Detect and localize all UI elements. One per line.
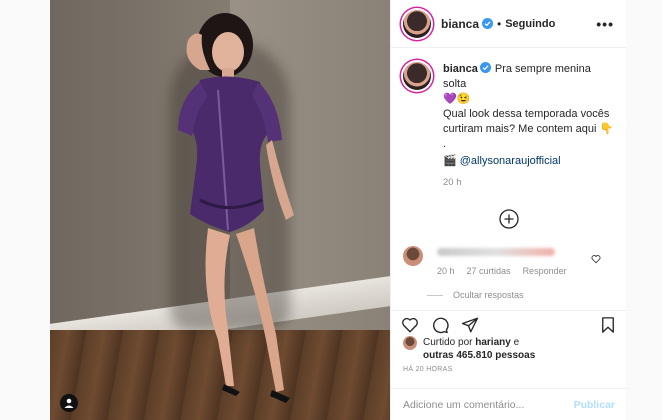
profile-icon: [64, 398, 74, 408]
caption-mention-link[interactable]: @allysonaraujofficial: [460, 155, 561, 167]
likes-prefix: Curtido por: [423, 337, 473, 348]
bookmark-icon[interactable]: [599, 316, 617, 334]
liker-username[interactable]: hariany: [475, 337, 511, 348]
post-side-panel: bianca • Seguindo ••• bianca Pra sempre m…: [390, 0, 627, 420]
likes-count-link[interactable]: outras 465.810 pessoas: [423, 350, 535, 361]
likes-summary: Curtido por hariany e outras 465.810 pes…: [403, 336, 535, 362]
post-actions: [391, 310, 627, 334]
author-avatar[interactable]: [403, 9, 431, 38]
post-caption: bianca Pra sempre menina solta 💜😉 Qual lo…: [403, 62, 615, 190]
comment-reply-button[interactable]: Responder: [523, 266, 567, 276]
liker-avatar[interactable]: [403, 336, 417, 350]
plus-circle-icon[interactable]: [498, 208, 520, 230]
heart-icon[interactable]: [591, 254, 601, 264]
author-username[interactable]: bianca: [441, 17, 479, 31]
commenter-avatar[interactable]: [403, 246, 423, 266]
verified-badge-icon: [482, 18, 494, 29]
header-separator-dot: •: [497, 16, 502, 31]
blurred-comment-text: [437, 248, 555, 256]
post-modal: bianca • Seguindo ••• bianca Pra sempre m…: [0, 0, 662, 420]
comment-time: 20 h: [437, 266, 455, 276]
following-status-button[interactable]: Seguindo: [505, 18, 555, 30]
heart-icon[interactable]: [401, 316, 419, 334]
caption-line-3: .: [443, 138, 447, 150]
caption-username[interactable]: bianca: [443, 63, 478, 75]
tagged-profile-button[interactable]: [60, 394, 78, 412]
caption-time: 20 h: [443, 177, 462, 188]
caption-emoji: 💜😉: [443, 93, 471, 105]
add-comment-bar: Publicar: [391, 388, 627, 420]
verified-badge-icon: [479, 62, 491, 73]
caption-line-2: Qual look dessa temporada vocês curtiram…: [443, 108, 614, 135]
post-timestamp[interactable]: HÁ 20 HORAS: [403, 366, 453, 373]
post-header: bianca • Seguindo •••: [391, 0, 626, 48]
caption-author-avatar[interactable]: [403, 62, 431, 90]
caption-body: bianca Pra sempre menina solta 💜😉 Qual lo…: [443, 62, 615, 190]
publish-button[interactable]: Publicar: [574, 399, 615, 411]
likes-conjunction: e: [513, 337, 520, 348]
comment-input[interactable]: [403, 398, 574, 411]
post-photo[interactable]: [50, 0, 390, 420]
woman-figure-illustration: [178, 13, 294, 403]
hide-replies-button[interactable]: Ocultar respostas: [427, 290, 615, 300]
comments-list[interactable]: bianca Pra sempre menina solta 💜😉 Qual lo…: [391, 48, 627, 310]
more-options-button[interactable]: •••: [596, 16, 614, 32]
share-icon[interactable]: [461, 316, 479, 334]
comment-likes[interactable]: 27 curtidas: [467, 266, 511, 276]
clapper-icon: 🎬: [443, 155, 457, 167]
comment-icon[interactable]: [431, 316, 449, 334]
comment-item: 20 h 27 curtidas Responder: [403, 246, 615, 276]
